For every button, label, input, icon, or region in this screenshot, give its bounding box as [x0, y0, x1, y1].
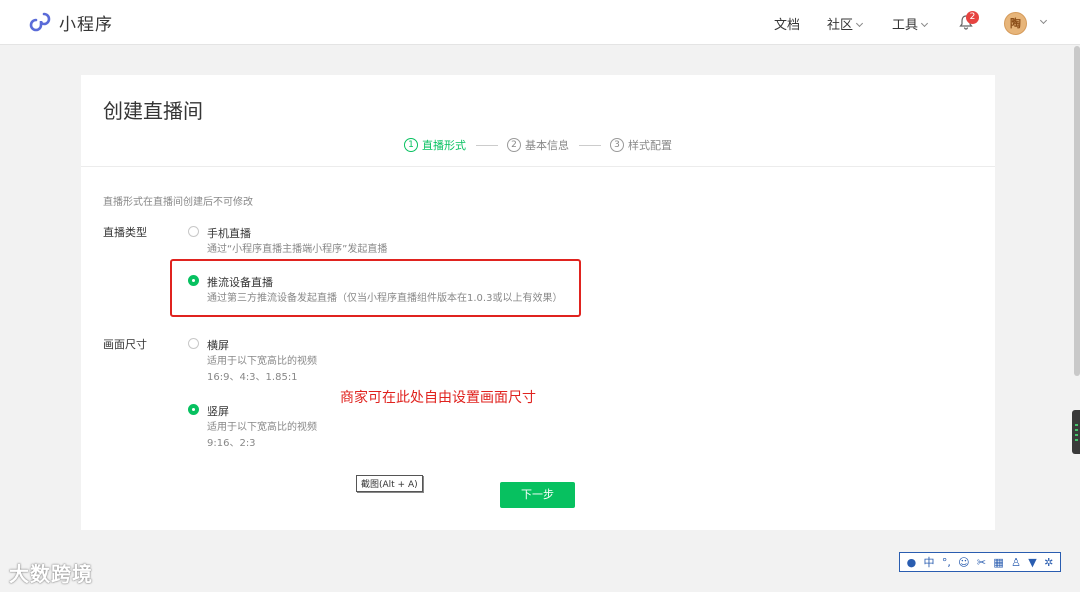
ime-toolbar: ● 中 °, ☺ ✂ ▦ ♙ ▼ ✲ [899, 552, 1061, 572]
screen-size-label: 画面尺寸 [103, 338, 147, 351]
page-title: 创建直播间 [103, 99, 203, 123]
chevron-down-icon[interactable] [1039, 16, 1048, 25]
step-number: 2 [507, 138, 521, 152]
screenshot-tooltip: 截图(Alt + A) [356, 475, 423, 492]
avatar[interactable]: 陶 [1004, 12, 1027, 35]
option-ratios: 9:16、2:3 [207, 438, 256, 449]
scissors-icon[interactable]: ✂ [977, 556, 986, 569]
create-live-room-card: 创建直播间 1 直播形式 2 基本信息 3 样式配置 直播形式在直播间创建后不可修改 … [81, 75, 995, 530]
option-title: 手机直播 [207, 227, 251, 240]
option-desc: 通过“小程序直播主播端小程序”发起直播 [207, 244, 388, 255]
nav-tools-label: 工具 [892, 18, 919, 33]
step-label: 直播形式 [422, 139, 466, 152]
ime-mode[interactable]: 中 [924, 554, 935, 570]
step-connector [475, 144, 498, 146]
option-title: 竖屏 [207, 405, 229, 418]
step-1: 1 直播形式 [404, 137, 466, 153]
step-label: 基本信息 [525, 139, 569, 152]
radio-landscape[interactable] [188, 338, 199, 349]
gear-icon[interactable]: ✲ [1044, 556, 1053, 569]
vertical-scrollbar[interactable] [1074, 46, 1080, 376]
chevron-down-icon [855, 19, 864, 28]
notification-badge: 2 [966, 11, 979, 24]
nav-docs[interactable]: 文档 [774, 14, 800, 33]
step-2: 2 基本信息 [507, 137, 569, 153]
top-nav-bar: 小程序 文档 社区 工具 2 陶 [0, 0, 1080, 45]
app-title: 小程序 [59, 15, 113, 35]
step-indicator: 1 直播形式 2 基本信息 3 样式配置 [81, 137, 995, 153]
option-desc: 通过第三方推流设备发起直播（仅当小程序直播组件版本在1.0.3或以上有效果） [207, 293, 563, 304]
form-hint: 直播形式在直播间创建后不可修改 [103, 197, 253, 208]
option-desc-line: 适用于以下宽高比的视频 [207, 356, 317, 367]
miniprogram-logo-icon [29, 12, 51, 31]
step-3: 3 样式配置 [610, 137, 672, 153]
nav-tools[interactable]: 工具 [892, 14, 929, 33]
option-desc: 适用于以下宽高比的视频 9:16、2:3 [207, 420, 317, 452]
step-number: 3 [610, 138, 624, 152]
handle-grip-dot [1075, 434, 1078, 436]
handle-grip-dot [1075, 429, 1078, 431]
next-step-button[interactable]: 下一步 [500, 482, 575, 508]
nav-community[interactable]: 社区 [827, 14, 864, 33]
user-icon[interactable]: ● [907, 556, 917, 569]
step-connector [578, 144, 601, 146]
person-icon[interactable]: ♙ [1011, 556, 1021, 569]
radio-stream-device-live[interactable] [188, 275, 199, 286]
step-number: 1 [404, 138, 418, 152]
handle-grip-dot [1075, 424, 1078, 426]
app-logo[interactable]: 小程序 [29, 10, 113, 35]
keyboard-icon[interactable]: ▦ [993, 556, 1003, 569]
option-desc: 适用于以下宽高比的视频 16:9、4:3、1.85:1 [207, 354, 317, 386]
nav-community-label: 社区 [827, 18, 854, 33]
radio-phone-live[interactable] [188, 226, 199, 237]
emoji-icon[interactable]: ☺ [958, 556, 969, 569]
watermark: 大数跨境 [9, 562, 93, 586]
shirt-icon[interactable]: ▼ [1028, 556, 1036, 569]
divider [81, 166, 995, 167]
live-type-label: 直播类型 [103, 226, 147, 239]
handle-grip-dot [1075, 439, 1078, 441]
chevron-down-icon [920, 19, 929, 28]
option-desc-line: 适用于以下宽高比的视频 [207, 422, 317, 433]
option-ratios: 16:9、4:3、1.85:1 [207, 372, 298, 383]
option-title: 横屏 [207, 339, 229, 352]
option-title: 推流设备直播 [207, 276, 273, 289]
punctuation-icon[interactable]: °, [942, 556, 951, 569]
radio-portrait[interactable] [188, 404, 199, 415]
annotation-text: 商家可在此处自由设置画面尺寸 [340, 390, 536, 406]
step-label: 样式配置 [628, 139, 672, 152]
side-panel-handle[interactable] [1072, 410, 1080, 454]
